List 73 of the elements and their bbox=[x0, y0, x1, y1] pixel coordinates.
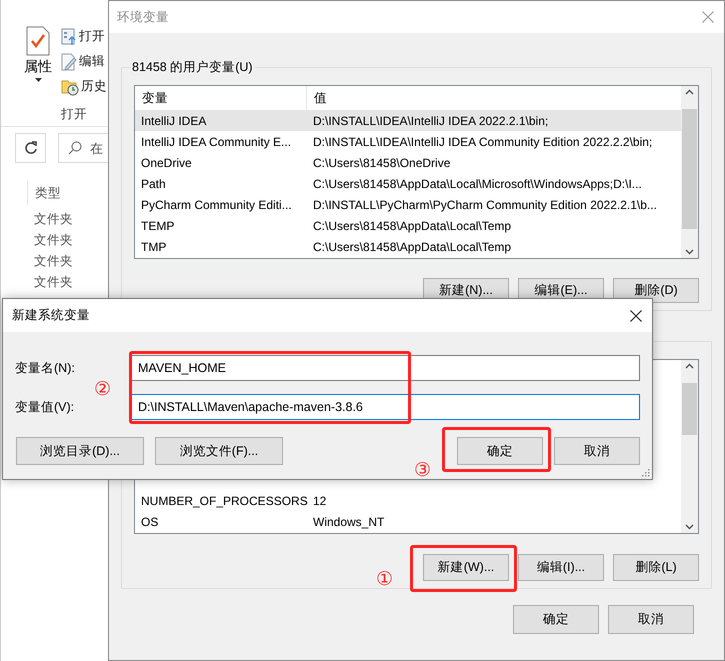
variable-name-cell-text: TMP bbox=[140, 240, 168, 254]
variable-value-cell-text: C:\Users\81458\OneDrive bbox=[312, 156, 452, 170]
file-type-cell-text: 文件夹 bbox=[34, 232, 74, 249]
field-label: 变量名(N): bbox=[15, 360, 76, 376]
variable-row[interactable]: IntelliJ IDEA Community E... D:\INSTALL\IDEA\IntelliJ IDEA Community Edition 2022.2.2\bin; bbox=[135, 131, 681, 152]
system-variable-button[interactable]: 编辑(I)... bbox=[518, 554, 604, 581]
variable-row[interactable]: NUMBER_OF_PROCESSORS 12 bbox=[135, 490, 681, 511]
scrollbar[interactable] bbox=[681, 86, 698, 258]
variable-row[interactable]: OneDrive C:\Users\81458\OneDrive bbox=[135, 152, 681, 173]
variable-row[interactable]: IntelliJ IDEA D:\INSTALL\IDEA\IntelliJ IDEA 2022.2.1\bin; bbox=[135, 110, 681, 131]
document-pencil-icon bbox=[61, 52, 77, 70]
variable-row[interactable]: OS Windows_NT bbox=[135, 511, 681, 532]
ribbon-item[interactable]: 历史 bbox=[81, 78, 107, 95]
browse-button[interactable]: 浏览文件(F)... bbox=[155, 437, 283, 465]
file-type-cell-text: 文件夹 bbox=[34, 211, 74, 228]
scrollbar[interactable] bbox=[681, 360, 698, 533]
resize-grip-icon[interactable] bbox=[641, 468, 650, 477]
file-type-cell-text: 文件夹 bbox=[34, 253, 74, 270]
step-marker: ② bbox=[94, 380, 112, 399]
variable-value-cell-text: 12 bbox=[312, 494, 328, 508]
refresh-icon bbox=[24, 141, 38, 155]
variable-name-cell-text: TEMP bbox=[140, 218, 176, 232]
user-variable-button[interactable]: 删除(D) bbox=[613, 278, 699, 303]
variable-row[interactable]: Path C:\Users\81458\AppData\Local\Microsoft\WindowsApps;D:\I... bbox=[135, 173, 681, 194]
column-header[interactable]: 值 bbox=[307, 86, 681, 110]
chevron-up-icon[interactable] bbox=[685, 89, 694, 95]
clipboard-check-icon[interactable] bbox=[26, 26, 50, 56]
variable-value-cell-text: C:\Users\81458\AppData\Local\Microsoft\WindowsApps;D:\I... bbox=[312, 176, 643, 190]
ribbon-item[interactable]: 编辑 bbox=[79, 53, 105, 70]
chevron-up-icon[interactable] bbox=[685, 363, 694, 369]
dialog-button[interactable]: 确定 bbox=[457, 437, 543, 465]
variable-name-cell-text: IntelliJ IDEA bbox=[140, 114, 208, 128]
variable-name-cell-text: OneDrive bbox=[140, 156, 193, 170]
dialog-button[interactable]: 确定 bbox=[513, 605, 599, 634]
file-type-cell-text: 文件夹 bbox=[34, 274, 74, 291]
variable-value-cell-text: C:\Users\81458\AppData\Local\Temp bbox=[312, 218, 512, 232]
variable-value-cell-text: Windows_NT bbox=[312, 514, 386, 528]
step-marker: ③ bbox=[414, 461, 432, 480]
chevron-down-icon[interactable] bbox=[685, 249, 694, 255]
ribbon-item[interactable]: 打开 bbox=[79, 28, 105, 45]
variable-value-cell-text: C:\Users\81458\AppData\Local\Temp bbox=[312, 240, 512, 254]
field-label: 变量值(V): bbox=[15, 398, 76, 416]
variable-row[interactable]: PyCharm Community Editi... D:\INSTALL\PyCharm\PyCharm Community Edition 2022.2.1\b... bbox=[135, 194, 681, 215]
variable-name-cell-text: IntelliJ IDEA Community E... bbox=[140, 134, 292, 148]
caret-icon bbox=[34, 78, 42, 82]
ribbon-group-label: 打开 bbox=[61, 106, 88, 122]
refresh-button[interactable] bbox=[15, 133, 46, 163]
dialog-title: 新建系统变量 bbox=[12, 307, 90, 324]
variable-row[interactable]: TEMP C:\Users\81458\AppData\Local\Temp bbox=[135, 215, 681, 236]
text-field[interactable]: MAVEN_HOME bbox=[131, 355, 640, 381]
close-icon[interactable] bbox=[630, 310, 642, 322]
list-document-icon bbox=[61, 28, 77, 46]
folder-clock-icon bbox=[61, 78, 79, 96]
chevron-down-icon[interactable] bbox=[685, 524, 694, 530]
window-title: 环境变量 bbox=[117, 8, 169, 26]
variable-name-cell-text: NUMBER_OF_PROCESSORS bbox=[140, 494, 307, 508]
variable-name-cell-text: Path bbox=[140, 176, 167, 190]
dialog-button[interactable]: 取消 bbox=[608, 605, 694, 634]
dialog-button[interactable]: 取消 bbox=[554, 437, 640, 465]
properties-button[interactable]: 属性 bbox=[24, 58, 52, 76]
variable-value-cell-text: D:\INSTALL\IDEA\IntelliJ IDEA Community Edition 2022.2.2\bin; bbox=[312, 134, 654, 148]
system-variable-button[interactable]: 新建(W)... bbox=[423, 554, 509, 581]
variable-row[interactable]: TMP C:\Users\81458\AppData\Local\Temp bbox=[135, 236, 681, 257]
variable-value-cell-text: D:\INSTALL\IDEA\IntelliJ IDEA 2022.2.1\bin; bbox=[312, 114, 550, 128]
search-field[interactable]: 在 bbox=[58, 133, 108, 163]
variable-name-cell-text: OS bbox=[140, 514, 160, 528]
text-field[interactable]: D:\INSTALL\Maven\apache-maven-3.8.6 bbox=[131, 394, 640, 420]
variable-value-cell-text: D:\INSTALL\PyCharm\PyCharm Community Edition 2022.2.1\b... bbox=[312, 198, 658, 212]
variable-name-cell-text: PyCharm Community Editi... bbox=[140, 198, 293, 212]
system-variable-button[interactable]: 删除(L) bbox=[613, 554, 699, 581]
browse-button[interactable]: 浏览目录(D)... bbox=[16, 437, 144, 465]
group-label: 81458 的用户变量(U) bbox=[131, 59, 254, 76]
step-marker: ① bbox=[376, 570, 394, 589]
